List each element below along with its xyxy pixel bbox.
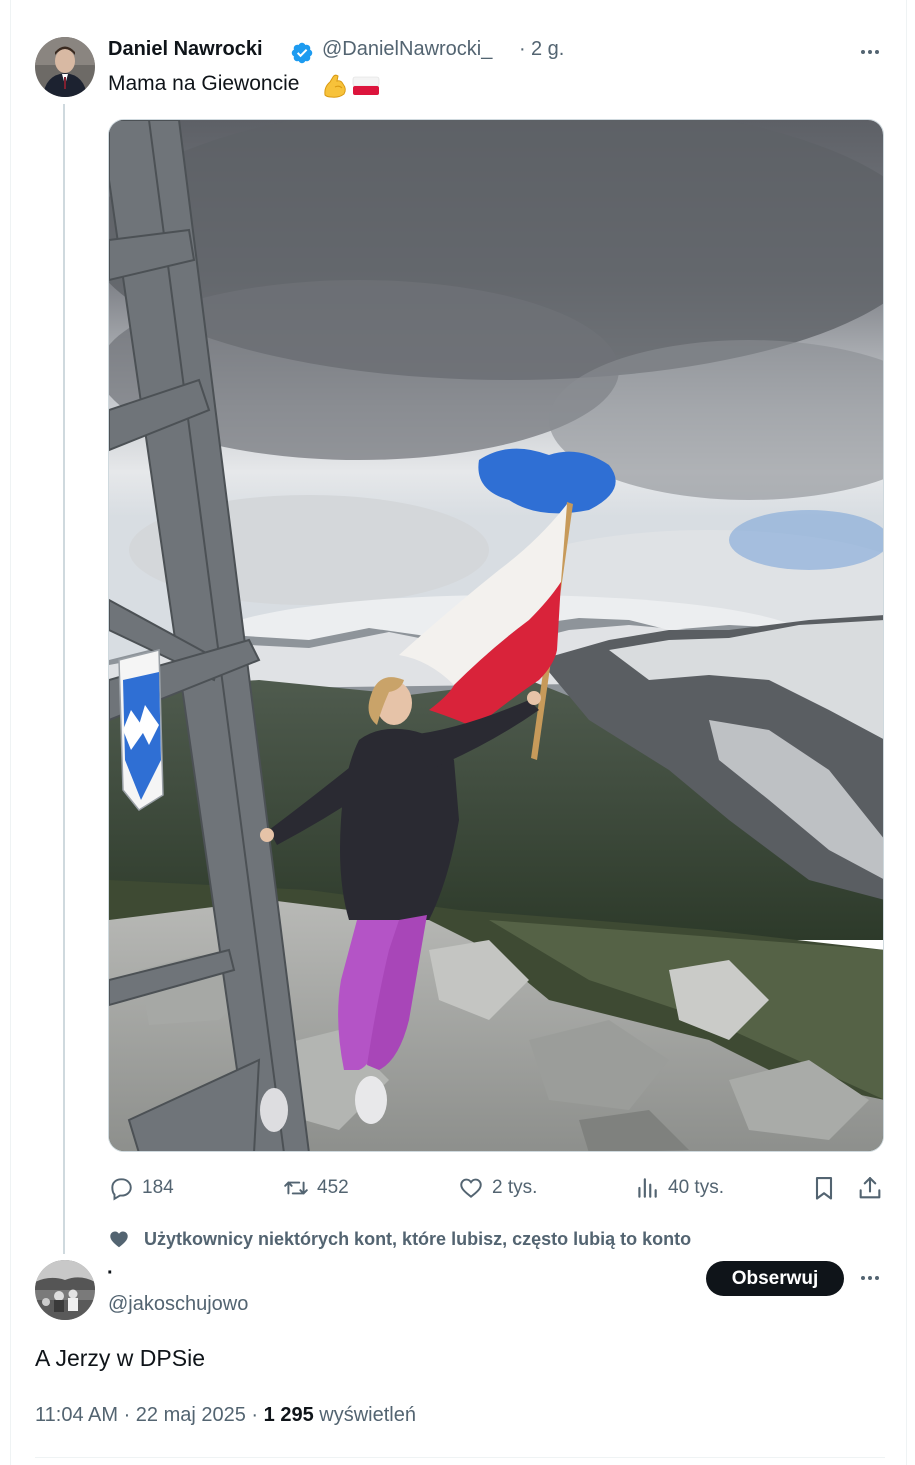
reply-text: A Jerzy w DPSie <box>35 1345 205 1371</box>
reply-view-count: 1 295 <box>263 1404 314 1426</box>
flexed-biceps-icon <box>324 74 346 98</box>
follow-button[interactable]: Obserwuj <box>706 1261 844 1296</box>
reply-meta: 11:04 AM · 22 maj 2025 · 1 295 wyświetle… <box>35 1404 416 1427</box>
more-dot-icon <box>868 1276 872 1280</box>
views-count: 40 tys. <box>668 1177 724 1198</box>
repost-action[interactable]: 452 <box>283 1174 349 1202</box>
post-time[interactable]: 2 g. <box>531 38 564 61</box>
summit-photo <box>109 120 883 1151</box>
views-action[interactable]: 40 tys. <box>634 1174 724 1202</box>
thread-connector <box>63 104 65 1254</box>
reply-action[interactable]: 184 <box>108 1174 174 1202</box>
divider <box>35 1457 885 1458</box>
reply-author-name[interactable]: · <box>107 1262 114 1285</box>
reply-more-button[interactable] <box>857 1265 883 1291</box>
reply-icon <box>111 1178 132 1201</box>
post-text: Mama na Giewoncie <box>108 72 300 95</box>
like-count: 2 tys. <box>492 1177 538 1198</box>
views-chart-icon <box>638 1178 657 1198</box>
poland-flag-icon <box>352 76 380 95</box>
like-action[interactable]: 2 tys. <box>458 1174 537 1202</box>
monument-sign <box>118 649 164 811</box>
reply-timestamp[interactable]: 11:04 AM · 22 maj 2025 · <box>35 1404 264 1426</box>
author-name[interactable]: Daniel Nawrocki <box>108 38 263 61</box>
post-more-button[interactable] <box>857 39 883 65</box>
more-dot-icon <box>875 50 879 54</box>
repost-icon <box>284 1181 308 1195</box>
more-dot-icon <box>868 50 872 54</box>
verified-badge-icon[interactable] <box>290 41 314 65</box>
heart-icon <box>460 1178 482 1198</box>
more-dot-icon <box>861 1276 865 1280</box>
social-context-text: Użytkownicy niektórych kont, które lubis… <box>144 1228 692 1249</box>
reply-author-handle[interactable]: @jakoschujowo <box>108 1293 248 1316</box>
share-icon[interactable] <box>856 1174 884 1202</box>
reply-count: 184 <box>142 1177 174 1198</box>
more-dot-icon <box>875 1276 879 1280</box>
author-handle[interactable]: @DanielNawrocki_ <box>322 38 492 61</box>
more-dot-icon <box>861 50 865 54</box>
reply-views-label: wyświetleń <box>313 1404 416 1426</box>
author-avatar[interactable] <box>35 37 95 97</box>
social-context: Użytkownicy niektórych kont, które lubis… <box>108 1228 691 1250</box>
repost-count: 452 <box>317 1177 349 1198</box>
separator: · <box>519 38 526 60</box>
heart-filled-icon <box>110 1231 128 1248</box>
bookmark-icon[interactable] <box>810 1174 838 1202</box>
post-image[interactable] <box>108 119 884 1152</box>
reply-avatar[interactable] <box>35 1260 95 1320</box>
